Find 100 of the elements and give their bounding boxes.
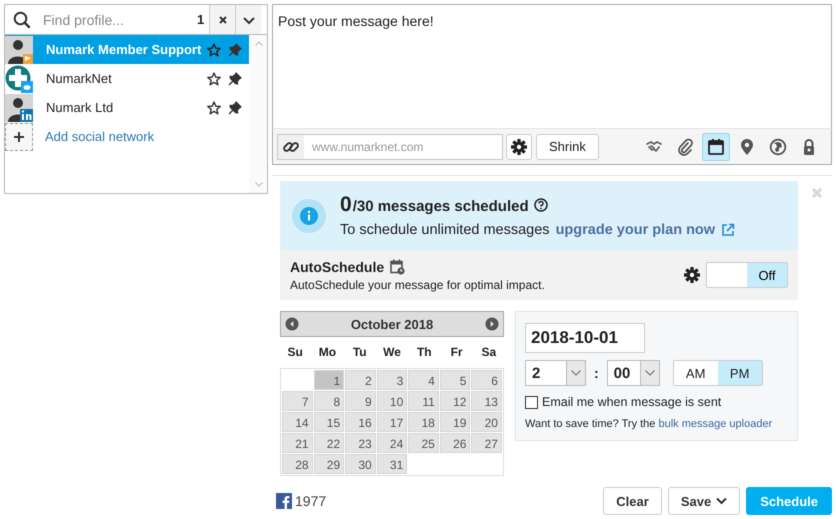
calendar-day[interactable]: 16 xyxy=(345,412,376,432)
facebook-icon xyxy=(276,493,292,509)
external-link-icon xyxy=(721,223,736,237)
calendar-day[interactable]: 4 xyxy=(408,370,439,390)
calendar-day[interactable]: 18 xyxy=(408,412,439,432)
pin-icon[interactable] xyxy=(228,72,242,86)
avatar-icon xyxy=(5,94,33,122)
weekday-label: Mo xyxy=(318,344,338,358)
calendar-day[interactable]: 20 xyxy=(471,412,502,432)
uploader-hint: Want to save time? Try the bulk message uploader xyxy=(525,418,774,430)
upgrade-link[interactable]: upgrade your plan now xyxy=(556,222,716,238)
settings-button[interactable] xyxy=(506,134,532,160)
weekday-label: Th xyxy=(416,344,433,358)
search-icon xyxy=(13,10,31,28)
calendar-day[interactable]: 7 xyxy=(282,391,313,411)
profile-name: NumarkNet xyxy=(46,71,113,86)
calendar-day[interactable]: 15 xyxy=(314,412,344,432)
toolbar-button[interactable] xyxy=(702,132,730,160)
globe-icon xyxy=(769,138,787,156)
autoschedule-description: AutoSchedule your message for optimal impact. xyxy=(290,278,545,292)
help-icon[interactable] xyxy=(534,198,548,212)
scheduled-label: /30 messages scheduled xyxy=(352,198,529,215)
scroll-up-icon xyxy=(254,41,262,46)
profile-item[interactable]: Numark Member Support xyxy=(5,35,249,64)
add-network-link[interactable]: Add social network xyxy=(45,129,154,144)
calendar-day[interactable]: 12 xyxy=(440,391,470,411)
upgrade-text: To schedule unlimited messages xyxy=(340,222,550,238)
clear-button[interactable]: Clear xyxy=(603,487,662,515)
email-checkbox[interactable] xyxy=(525,396,538,408)
minute-select[interactable]: 00 xyxy=(606,360,660,386)
calendar-day[interactable]: 25 xyxy=(408,433,439,453)
search-field[interactable]: Find profile... xyxy=(43,8,183,30)
map-pin-icon xyxy=(738,138,756,156)
previous-month-icon[interactable] xyxy=(285,317,299,331)
profile-item[interactable]: Numark Ltd xyxy=(5,93,249,122)
calendar-day[interactable]: 10 xyxy=(376,391,408,411)
message-field[interactable]: Post your message here! xyxy=(272,4,832,128)
calendar-day[interactable]: 29 xyxy=(314,454,344,474)
gear-icon xyxy=(510,138,528,156)
star-icon[interactable] xyxy=(207,72,221,86)
next-month-icon[interactable] xyxy=(485,317,499,331)
calendar-day[interactable]: 19 xyxy=(440,412,470,432)
weekday-label: Sa xyxy=(480,344,498,358)
date-field[interactable]: 2018-10-01 xyxy=(525,323,645,353)
scrollbar[interactable] xyxy=(250,35,267,193)
calendar-day[interactable]: 2 xyxy=(345,370,376,390)
calendar-day[interactable]: 28 xyxy=(282,454,313,474)
calendar-clock-icon xyxy=(390,258,406,274)
month-title: October 2018 xyxy=(350,316,434,332)
calendar-day[interactable]: 30 xyxy=(345,454,376,474)
calendar-day[interactable]: 6 xyxy=(471,370,502,390)
weekday-label: Tu xyxy=(352,344,368,358)
clear-button[interactable] xyxy=(209,5,235,34)
calendar-day[interactable]: 9 xyxy=(345,391,376,411)
calendar-icon xyxy=(707,138,725,156)
calendar-day[interactable]: 11 xyxy=(408,391,439,411)
scroll-down-icon xyxy=(254,182,262,187)
calendar-day[interactable]: 22 xyxy=(314,433,344,453)
calendar-day[interactable]: 8 xyxy=(314,391,344,411)
close-icon xyxy=(218,14,228,24)
profile-item[interactable]: NumarkNet xyxy=(5,64,249,93)
chevron-down-icon xyxy=(242,14,254,24)
calendar-day[interactable]: 21 xyxy=(282,433,313,453)
result-count: 1 xyxy=(197,12,206,27)
gear-icon[interactable] xyxy=(683,266,701,284)
uploader-link[interactable]: bulk message uploader xyxy=(658,418,772,430)
calendar-day[interactable]: 3 xyxy=(376,370,408,390)
calendar-day[interactable]: 14 xyxy=(282,412,313,432)
period-button[interactable]: AM xyxy=(674,361,718,385)
calendar-day[interactable]: 5 xyxy=(440,370,470,390)
star-icon[interactable] xyxy=(207,100,221,114)
period-button[interactable]: PM xyxy=(718,361,762,385)
info-icon xyxy=(292,198,326,232)
calendar-day[interactable]: 27 xyxy=(471,433,502,453)
chevron-down-icon xyxy=(716,497,728,505)
calendar-day[interactable]: 1 xyxy=(314,370,344,390)
dropdown-button[interactable] xyxy=(235,5,261,34)
paperclip-icon xyxy=(676,138,694,156)
add-network-button[interactable] xyxy=(5,122,33,150)
hour-select[interactable]: 2 xyxy=(525,360,586,386)
calendar-day[interactable]: 31 xyxy=(376,454,408,474)
calendar-day[interactable]: 17 xyxy=(376,412,408,432)
shrink-button[interactable]: Shrink xyxy=(536,134,599,160)
autoschedule-toggle[interactable]: Off xyxy=(706,262,788,288)
weekday-label: Fr xyxy=(450,344,464,358)
calendar-day[interactable]: 26 xyxy=(440,433,470,453)
weekday-label: Su xyxy=(286,344,304,358)
pin-icon[interactable] xyxy=(228,100,242,114)
caret-icon xyxy=(644,370,655,376)
profile-name: Numark Member Support xyxy=(46,42,202,57)
plus-icon xyxy=(14,132,24,142)
calendar-day[interactable]: 13 xyxy=(471,391,502,411)
star-icon[interactable] xyxy=(207,42,221,56)
avatar-icon xyxy=(5,64,33,92)
save-button[interactable]: Save xyxy=(668,487,740,515)
email-label: Email me when message is sent xyxy=(542,395,722,409)
calendar-day[interactable]: 23 xyxy=(345,433,376,453)
caret-icon xyxy=(571,370,581,376)
avatar-icon xyxy=(5,36,33,64)
calendar-day[interactable]: 24 xyxy=(376,433,408,453)
